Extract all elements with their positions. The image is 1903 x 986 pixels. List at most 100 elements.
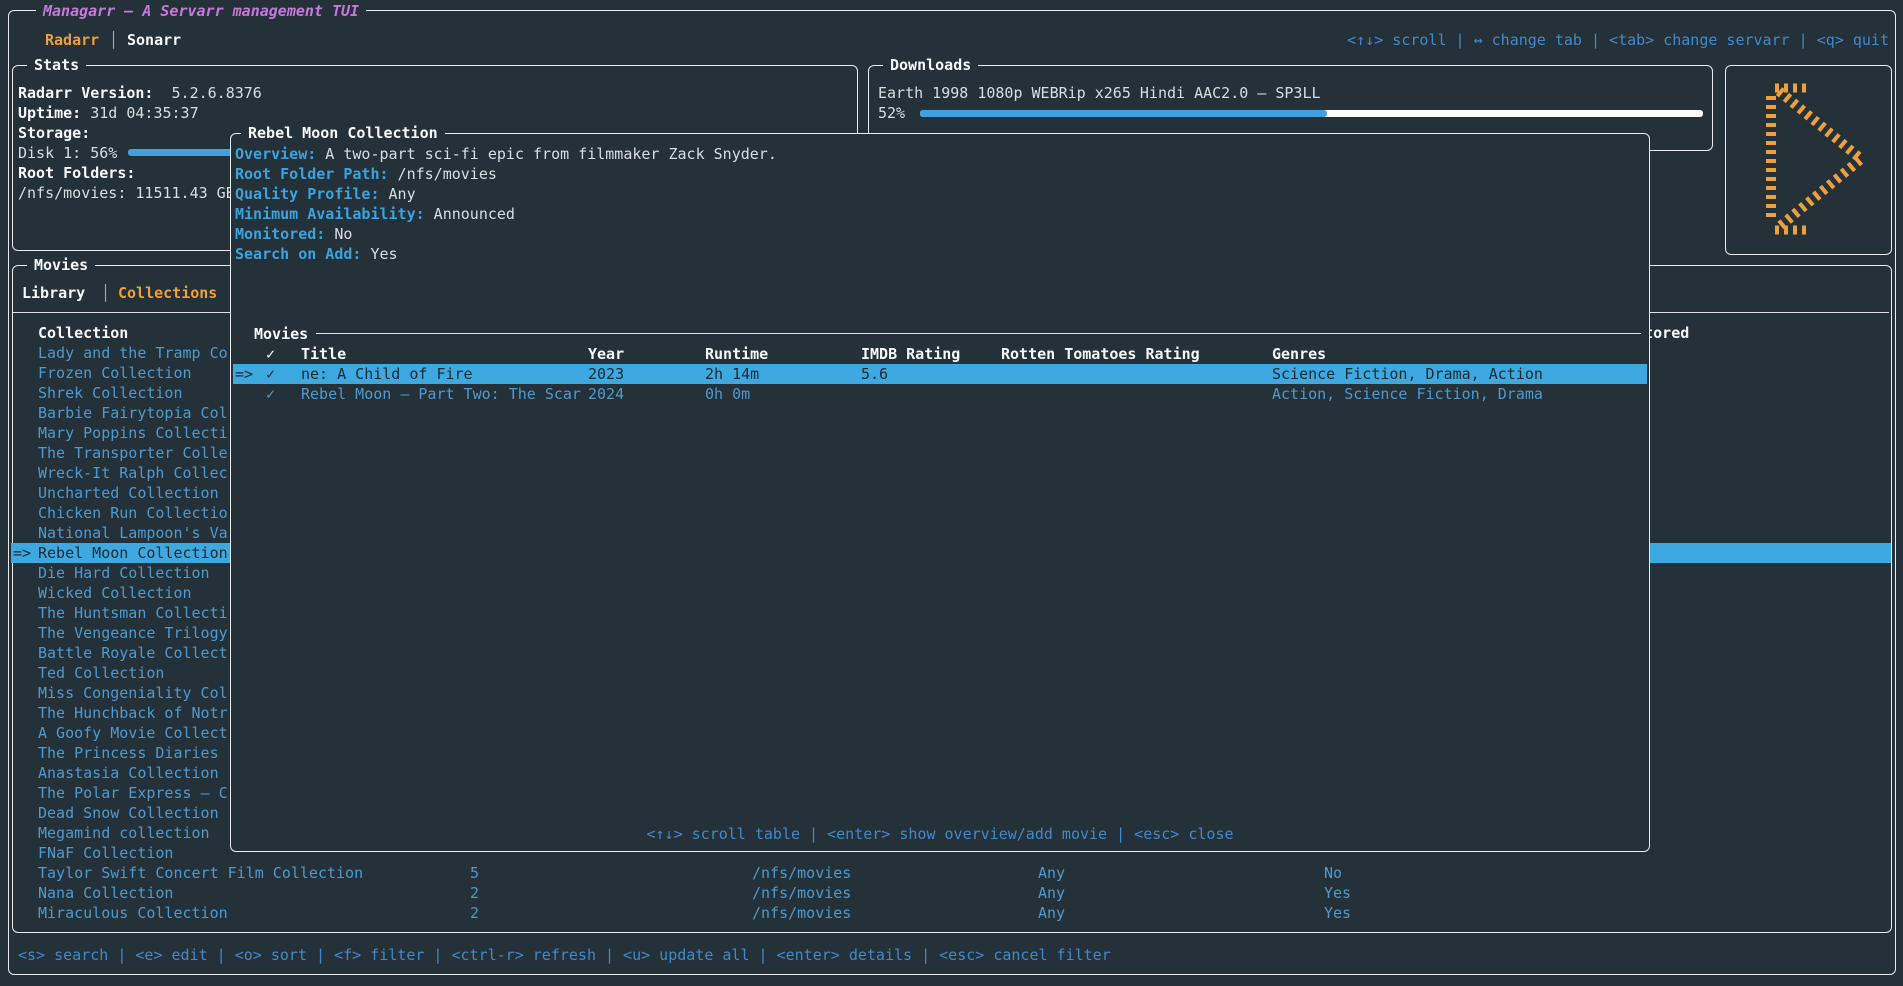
download-progress-gauge-fill	[920, 110, 1327, 117]
collection-cell: The Transporter Colle	[38, 443, 228, 463]
modal-keybind-hints: <↑↓> scroll table | <enter> show overvie…	[231, 824, 1649, 844]
collection-cell: 5	[470, 863, 479, 883]
collection-cell: Yes	[1324, 883, 1351, 903]
modal-field-label: Root Folder Path:	[235, 165, 389, 183]
collection-cell: Any	[1038, 903, 1065, 923]
modal-field: Quality Profile: Any	[235, 184, 416, 204]
movies-header-runtime: Runtime	[705, 344, 768, 364]
modal-field-label: Quality Profile:	[235, 185, 380, 203]
modal-field: Overview: A two-part sci-fi epic from fi…	[235, 144, 777, 164]
tab-library[interactable]: Library	[22, 283, 85, 303]
collection-cell: Nana Collection	[38, 883, 173, 903]
movie-cell-year: 2024	[588, 384, 624, 404]
collection-cell: Yes	[1324, 903, 1351, 923]
collection-cell: The Hunchback of Notr	[38, 703, 228, 723]
movie-cell-marker: =>	[235, 364, 253, 384]
download-progress-gauge	[920, 110, 1703, 117]
collection-cell: FNaF Collection	[38, 843, 173, 863]
bottom-keybind-hints: <s> search | <e> edit | <o> sort | <f> f…	[18, 945, 1111, 965]
radarr-version-row: Radarr Version: 5.2.6.8376	[18, 83, 262, 103]
collection-cell: Frozen Collection	[38, 363, 192, 383]
collection-cell: Dead Snow Collection	[38, 803, 219, 823]
modal-field-label: Search on Add:	[235, 245, 361, 263]
downloads-panel-title: Downloads	[883, 55, 978, 75]
modal-field-value: Announced	[425, 205, 515, 223]
download-percent-label: 52%	[878, 103, 905, 123]
tab-sonarr[interactable]: Sonarr	[127, 30, 181, 50]
storage-label: Storage:	[18, 123, 90, 143]
movies-header-genres: Genres	[1272, 344, 1326, 364]
collection-cell: The Huntsman Collecti	[38, 603, 228, 623]
root-folder-value: /nfs/movies: 11511.43 GB	[18, 183, 235, 203]
collection-cell: Mary Poppins Collecti	[38, 423, 228, 443]
collection-cell: Ted Collection	[38, 663, 164, 683]
collection-cell: Rebel Moon Collection	[38, 543, 228, 563]
collection-cell: Wreck-It Ralph Collec	[38, 463, 228, 483]
collection-cell: A Goofy Movie Collect	[38, 723, 228, 743]
collection-cell: Chicken Run Collectio	[38, 503, 228, 523]
collection-cell: /nfs/movies	[752, 863, 851, 883]
modal-field-value: Yes	[361, 245, 397, 263]
movies-header-imdb: IMDB Rating	[861, 344, 960, 364]
column-header-collection: Collection	[38, 323, 128, 343]
selection-marker: =>	[13, 543, 31, 563]
movie-cell-year: 2023	[588, 364, 624, 384]
collection-cell: Taylor Swift Concert Film Collection	[38, 863, 363, 883]
modal-field: Monitored: No	[235, 224, 352, 244]
app-title: Managarr – A Servarr management TUI	[36, 1, 366, 21]
movies-panel-title: Movies	[27, 255, 95, 275]
stats-panel-title: Stats	[27, 55, 86, 75]
modal-movies-separator	[316, 333, 1641, 334]
collection-cell: Wicked Collection	[38, 583, 192, 603]
modal-field: Search on Add: Yes	[235, 244, 398, 264]
collection-cell: 2	[470, 883, 479, 903]
modal-title: Rebel Moon Collection	[241, 123, 445, 143]
modal-field-label: Minimum Availability:	[235, 205, 425, 223]
uptime-row: Uptime: 31d 04:35:37	[18, 103, 199, 123]
managarr-logo-icon	[1745, 80, 1873, 238]
collection-cell: The Vengeance Trilogy	[38, 623, 228, 643]
collection-cell: Megamind collection	[38, 823, 210, 843]
modal-field-label: Monitored:	[235, 225, 325, 243]
collection-details-modal: Rebel Moon Collection Overview: A two-pa…	[230, 133, 1650, 852]
movie-cell-check: ✓	[266, 364, 275, 384]
movie-cell-genres: Action, Science Fiction, Drama	[1272, 384, 1543, 404]
collection-cell: 2	[470, 903, 479, 923]
collection-cell: Any	[1038, 863, 1065, 883]
tab-collections[interactable]: Collections	[118, 283, 217, 303]
collection-cell: Battle Royale Collect	[38, 643, 228, 663]
root-folders-label: Root Folders:	[18, 163, 135, 183]
collection-cell: The Princess Diaries	[38, 743, 219, 763]
collection-cell: Miraculous Collection	[38, 903, 228, 923]
modal-field-value: No	[325, 225, 352, 243]
tab-divider: │	[109, 30, 118, 50]
collection-cell: Lady and the Tramp Co	[38, 343, 228, 363]
collection-cell: Uncharted Collection	[38, 483, 219, 503]
modal-field-value: A two-part sci-fi epic from filmmaker Za…	[316, 145, 777, 163]
movie-cell-check: ✓	[266, 384, 275, 404]
collection-cell: No	[1324, 863, 1342, 883]
modal-movies-section-title: Movies	[254, 324, 308, 344]
collection-cell: Anastasia Collection	[38, 763, 219, 783]
download-item-name: Earth 1998 1080p WEBRip x265 Hindi AAC2.…	[878, 83, 1321, 103]
modal-field-label: Overview:	[235, 145, 316, 163]
modal-field-value: /nfs/movies	[389, 165, 497, 183]
collection-cell: Barbie Fairytopia Col	[38, 403, 228, 423]
collection-cell: The Polar Express – C	[38, 783, 228, 803]
tab-radarr[interactable]: Radarr	[45, 30, 99, 50]
collection-cell: Shrek Collection	[38, 383, 183, 403]
movie-cell-imdb: 5.6	[861, 364, 888, 384]
movies-header-rotten: Rotten Tomatoes Rating	[1001, 344, 1200, 364]
movie-cell-genres: Science Fiction, Drama, Action	[1272, 364, 1543, 384]
movie-cell-title: ne: A Child of Fire	[301, 364, 473, 384]
collection-cell: /nfs/movies	[752, 883, 851, 903]
movie-cell-title: Rebel Moon – Part Two: The Scar	[301, 384, 581, 404]
managarr-tui-screen: Managarr – A Servarr management TUI Rada…	[0, 0, 1903, 986]
collection-cell: Any	[1038, 883, 1065, 903]
top-keybind-hints: <↑↓> scroll | ↔ change tab | <tab> chang…	[1347, 30, 1889, 50]
modal-field: Root Folder Path: /nfs/movies	[235, 164, 497, 184]
modal-field: Minimum Availability: Announced	[235, 204, 515, 224]
movies-tab-divider: │	[101, 283, 110, 303]
modal-field-value: Any	[380, 185, 416, 203]
movie-cell-runtime: 2h 14m	[705, 364, 759, 384]
